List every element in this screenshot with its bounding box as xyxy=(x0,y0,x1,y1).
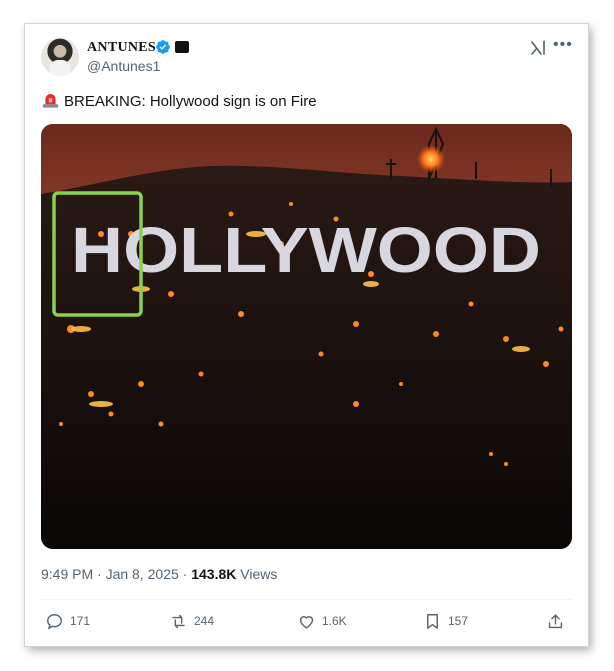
repost-button[interactable]: 244 xyxy=(169,610,214,632)
reply-icon xyxy=(47,613,62,630)
author-name[interactable]: ANTUNES xyxy=(87,40,156,56)
heart-icon xyxy=(299,615,314,629)
meta-separator: · xyxy=(182,566,188,582)
organization-badge-icon[interactable] xyxy=(175,41,189,53)
reply-count: 171 xyxy=(70,614,91,628)
bookmark-icon xyxy=(427,613,438,629)
views-label: Views xyxy=(240,566,278,582)
avatar[interactable] xyxy=(41,38,79,76)
share-icon xyxy=(548,613,563,628)
tweet-meta: 9:49 PM · Jan 8, 2025 · 143.8K Views xyxy=(41,566,277,582)
tweet-text: BREAKING: Hollywood sign is on Fire xyxy=(42,92,317,110)
verified-badge-icon[interactable] xyxy=(155,39,171,55)
more-options-icon[interactable]: ••• xyxy=(553,36,573,54)
tweet-date[interactable]: Jan 8, 2025 xyxy=(106,566,179,582)
meta-separator: · xyxy=(97,566,102,582)
grok-icon[interactable] xyxy=(529,39,547,57)
like-button[interactable]: 1.6K xyxy=(297,610,347,632)
rotating-light-emoji-icon xyxy=(42,94,59,108)
views-count: 143.8K xyxy=(191,566,237,582)
repost-icon xyxy=(172,614,185,628)
author-handle[interactable]: @Antunes1 xyxy=(87,58,160,74)
divider xyxy=(41,599,572,600)
tweet-text-body: BREAKING: Hollywood sign is on Fire xyxy=(64,93,317,110)
bookmark-count: 157 xyxy=(448,614,469,628)
tweet-time[interactable]: 9:49 PM xyxy=(41,566,93,582)
tweet-image[interactable]: HOLLYWOOD xyxy=(41,124,572,549)
like-count: 1.6K xyxy=(322,614,347,628)
action-bar: 171 244 1.6K 157 xyxy=(41,610,572,632)
reply-button[interactable]: 171 xyxy=(45,610,90,632)
bookmark-button[interactable]: 157 xyxy=(423,610,468,632)
tweet-card: ANTUNES @Antunes1 ••• BREAKING: Hollywoo… xyxy=(25,24,588,646)
hollywood-fire-photo: HOLLYWOOD xyxy=(41,124,572,549)
share-button[interactable] xyxy=(546,610,571,632)
repost-count: 244 xyxy=(194,614,215,628)
